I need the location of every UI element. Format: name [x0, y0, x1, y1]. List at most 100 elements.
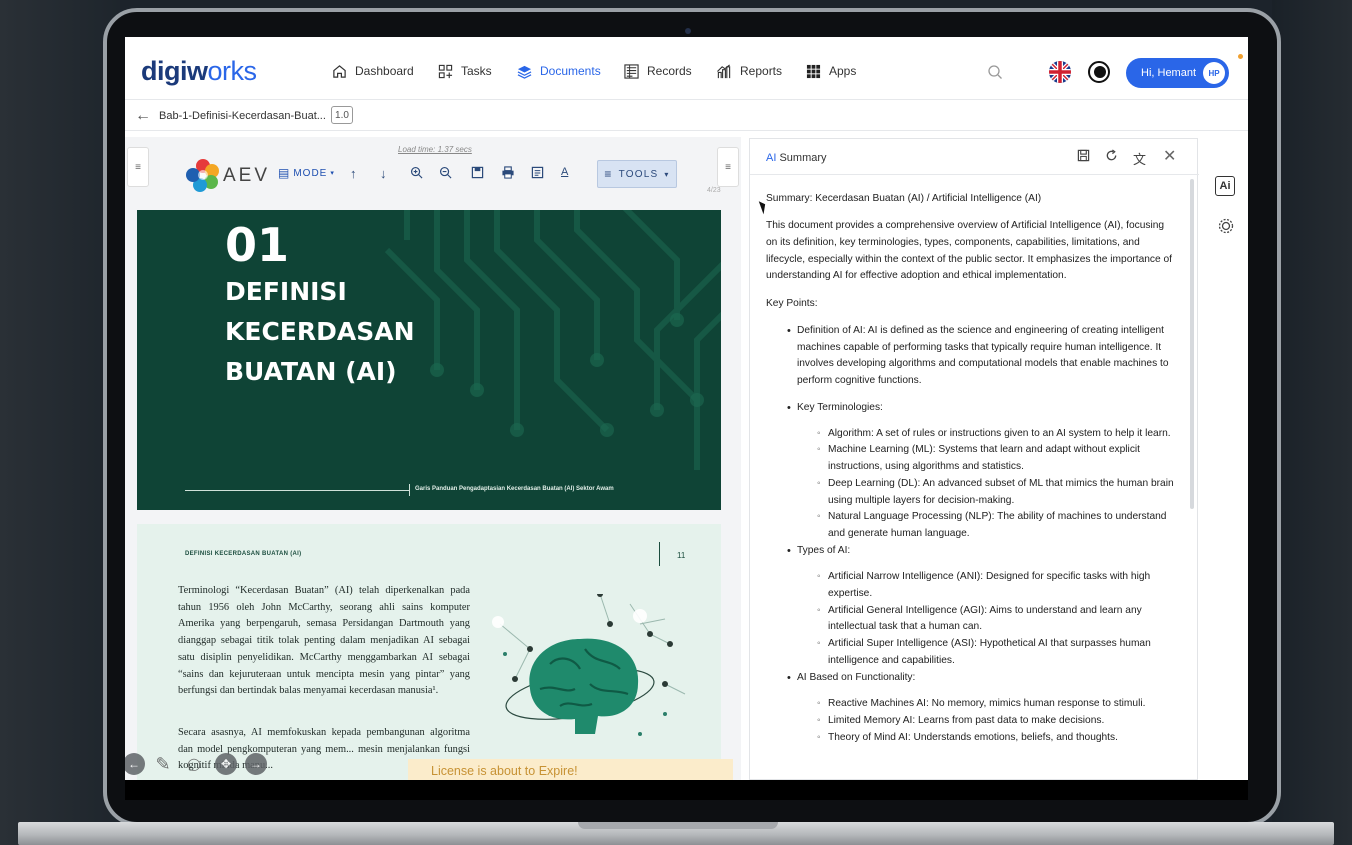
nav-documents[interactable]: Documents [516, 63, 601, 79]
chevron-down-icon: ▾ [664, 169, 670, 179]
translate-icon[interactable]: 文 [1133, 149, 1146, 168]
summary-heading: Summary: Kecerdasan Buatan (AI) / Artifi… [766, 193, 1042, 204]
list-item: Reactive Machines AI: No memory, mimics … [797, 696, 1176, 713]
print-icon [502, 166, 514, 179]
menu-icon: ≡ [604, 167, 613, 181]
summary-header: AI Summary 文 ✕ [750, 139, 1199, 175]
avatar: HP [1203, 62, 1225, 84]
save-icon [471, 166, 484, 179]
chapter-title: DEFINISI KECERDASAN BUATAN (AI) [225, 277, 415, 386]
key-points-label: Key Points: [766, 297, 818, 309]
ai-summary-toggle[interactable]: Ai [1215, 176, 1235, 196]
list-item: Artificial General Intelligence (AGI): A… [797, 603, 1176, 636]
brain-illustration-image [492, 594, 686, 736]
text-tool-button[interactable]: A [561, 166, 568, 178]
nav-label: Documents [540, 64, 601, 78]
screen-bottom-edge [125, 780, 1248, 800]
save-icon[interactable] [1077, 149, 1090, 165]
nav-label: Apps [829, 64, 857, 78]
zoom-in-button[interactable] [410, 166, 423, 179]
document-title: Bab-1-Definisi-Kecerdasan-Buat... [159, 110, 326, 122]
aev-brand: AEV [223, 165, 271, 186]
zoom-out-button[interactable] [439, 166, 452, 179]
list-item: AI Based on Functionality: Reactive Mach… [766, 670, 1176, 747]
summary-intro: This document provides a comprehensive o… [766, 220, 1173, 282]
settings-gear-icon[interactable] [1215, 215, 1237, 237]
home-icon [331, 63, 347, 79]
list-item: Machine Learning (ML): Systems that lear… [797, 442, 1176, 475]
user-menu-button[interactable]: Hi, Hemant HP [1126, 58, 1229, 88]
divider [185, 490, 410, 491]
print-button[interactable] [501, 166, 515, 179]
chapter-number: 01 [225, 218, 290, 272]
refresh-icon[interactable] [1105, 149, 1118, 165]
nav-label: Reports [740, 64, 783, 78]
background-left [0, 0, 120, 845]
chevron-down-icon: ▾ [330, 170, 335, 177]
user-greeting: Hi, Hemant [1141, 67, 1197, 79]
list-item: Limited Memory AI: Learns from past data… [797, 713, 1176, 730]
zoom-in-icon [410, 166, 423, 179]
summary-content: Summary: Kecerdasan Buatan (AI) / Artifi… [766, 191, 1176, 746]
key-points-list: Definition of AI: AI is defined as the s… [766, 323, 1176, 746]
tools-dropdown[interactable]: ≡ TOOLS ▾ [597, 160, 677, 188]
left-panel-toggle[interactable]: ≡ [127, 147, 149, 187]
logo-accent: orks [207, 56, 258, 86]
page-number: 11 [677, 551, 686, 560]
mode-icon: ▤ [278, 166, 291, 180]
document-viewer: ≡ ≡ Load time: 1.37 secs AEV ▤ MODE ▾ ↑ ↓ … [125, 137, 741, 780]
arrow-right-icon[interactable]: → [245, 753, 267, 775]
prev-page-button[interactable]: ↑ [350, 166, 357, 181]
annotation-button[interactable] [531, 166, 544, 179]
guide-subtitle: Garis Panduan Pengadaptasian Kecerdasan … [415, 486, 614, 492]
webcam [685, 28, 691, 34]
nav-dashboard[interactable]: Dashboard [331, 63, 414, 79]
nav-label: Dashboard [355, 64, 414, 78]
right-panel-toggle[interactable]: ≡ [717, 147, 739, 187]
document-page: 01 DEFINISI KECERDASAN BUATAN (AI) Garis… [137, 210, 721, 780]
apps-icon [805, 63, 821, 79]
top-navigation: digiworks Dashboard Tasks Documents Reco… [125, 37, 1248, 99]
divider [659, 542, 660, 566]
search-icon[interactable] [987, 64, 1003, 80]
nav-apps[interactable]: Apps [805, 63, 856, 79]
nav-reports[interactable]: Reports [716, 63, 782, 79]
list-item: Algorithm: A set of rules or instruction… [797, 426, 1176, 443]
list-item: Deep Learning (DL): An advanced subset o… [797, 476, 1176, 509]
list-item: Artificial Narrow Intelligence (ANI): De… [797, 569, 1176, 602]
pen-icon[interactable]: ✎ [152, 753, 174, 775]
save-button[interactable] [471, 166, 484, 179]
list-item: Definition of AI: AI is defined as the s… [766, 323, 1176, 390]
pan-icon[interactable]: ✥ [215, 753, 237, 775]
load-time-label: Load time: 1.37 secs [398, 145, 472, 154]
viewer-toolbar: AEV ▤ MODE ▾ ↑ ↓ A ≡ TOOLS ▾ [185, 157, 677, 197]
content-page: DEFINISI KECERDASAN BUATAN (AI) 11 Termi… [137, 524, 721, 780]
next-page-button[interactable]: ↓ [380, 166, 387, 181]
list-item: Types of AI: Artificial Narrow Intellige… [766, 543, 1176, 670]
magnifier-icon[interactable]: ◯ [183, 753, 205, 775]
laptop-base [18, 822, 1334, 845]
nav-label: Records [647, 64, 692, 78]
close-icon[interactable]: ✕ [1163, 146, 1176, 166]
language-flag-icon[interactable] [1049, 61, 1071, 83]
background-right [1272, 0, 1352, 845]
breadcrumb: ← Bab-1-Definisi-Kecerdasan-Buat... 1.0 [125, 99, 1248, 131]
list-item: Theory of Mind AI: Understands emotions,… [797, 730, 1176, 747]
mode-dropdown[interactable]: ▤ MODE ▾ [278, 166, 335, 180]
notification-dot [1238, 54, 1243, 59]
version-badge[interactable]: 1.0 [331, 106, 353, 124]
nav-records[interactable]: Records [623, 63, 692, 79]
list-item: Artificial Super Intelligence (ASI): Hyp… [797, 636, 1176, 669]
divider [409, 484, 410, 496]
documents-icon [516, 63, 532, 79]
nav-tasks[interactable]: Tasks [437, 63, 492, 79]
summary-title: AI Summary [766, 152, 827, 164]
ai-summary-panel: AI Summary 文 ✕ Summary: Kecerdasan Buata… [749, 138, 1199, 780]
license-warning-banner: License is about to Expire! [408, 759, 733, 780]
theme-toggle-icon[interactable] [1088, 61, 1110, 83]
app-logo[interactable]: digiworks [141, 56, 257, 87]
nav-label: Tasks [461, 64, 492, 78]
summary-scrollbar[interactable] [1190, 179, 1194, 509]
tasks-icon [437, 63, 453, 79]
back-arrow-icon[interactable]: ← [135, 107, 151, 125]
